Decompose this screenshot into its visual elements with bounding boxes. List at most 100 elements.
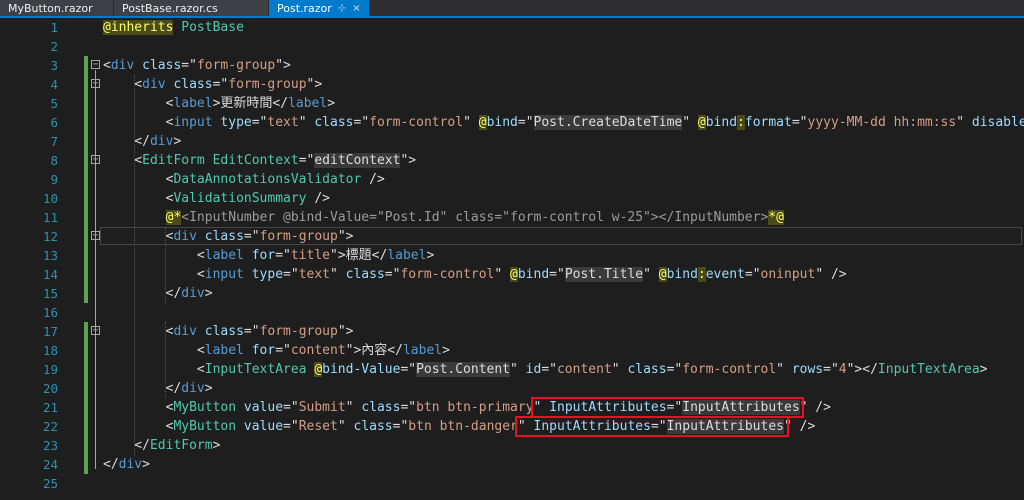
change-marker [84,398,88,417]
code-token: =" [275,343,291,358]
line-code: <input type="text" class="form-control" … [103,113,1024,132]
code-line[interactable]: 10 <ValidationSummary /> [0,189,1024,208]
code-token: ">內容</ [345,343,403,358]
code-token: label [204,343,244,358]
code-token: "> [337,229,354,244]
code-line[interactable]: 16 [0,303,1024,322]
code-line[interactable]: 19 <InputTextArea @bind-Value="Post.Cont… [0,360,1024,379]
code-line[interactable]: 13 <label for="title">標題</label> [0,246,1024,265]
tab-postbase-razor-cs[interactable]: PostBase.razor.cs [114,0,268,16]
code-line[interactable]: 7 </div> [0,132,1024,151]
code-token: label [402,343,443,358]
code-token: " [611,362,628,377]
code-line[interactable]: 6 <input type="text" class="form-control… [0,113,1024,132]
code-line[interactable]: 5 <label>更新時間</label> [0,94,1024,113]
code-token: Submit [298,400,346,415]
code-token: text [267,115,299,130]
code-token: form-control [682,362,777,377]
code-token: > [204,286,213,301]
code-token: " [956,115,972,130]
code-line[interactable]: 17− <div class="form-group"> [0,322,1024,341]
line-code: <div class="form-group"> [103,56,291,75]
line-number: 12 [42,229,58,244]
code-token: =" [791,115,808,130]
code-token: label [288,96,328,111]
code-line[interactable]: 22 <MyButton value="Reset" class="btn bt… [0,417,1024,436]
code-token: " [345,400,362,415]
code-line[interactable]: 14 <input type="text" class="form-contro… [0,265,1024,284]
code-line[interactable]: 15 </div> [0,284,1024,303]
code-token: @ [510,267,518,282]
line-code: @inherits PostBase [103,18,244,37]
code-token: type [220,115,252,130]
code-line[interactable]: 9 <DataAnnotationsValidator /> [0,170,1024,189]
line-number: 8 [50,153,58,168]
code-line[interactable]: 24 </div> [0,455,1024,474]
code-token: =" [283,267,299,282]
code-token: </ [103,286,182,301]
tab-post-razor[interactable]: Post.razor ⊹ × [269,0,369,16]
code-editor[interactable]: 1 @inherits PostBase 2 3− <div class="form-g… [0,18,1024,500]
code-token: *@ [768,210,784,225]
code-token: rows [791,362,824,377]
code-line[interactable]: 11 @*<InputNumber @bind-Value="Post.Id" … [0,208,1024,227]
code-line[interactable]: 12− <div class="form-group"> [0,227,1024,246]
indent-guide [134,75,136,455]
code-line[interactable]: 4− <div class="form-group"> [0,75,1024,94]
pin-icon[interactable]: ⊹ [338,3,346,14]
code-line[interactable]: 25 [0,474,1024,493]
code-token: > [979,362,988,377]
code-token: =" [298,153,315,168]
code-token: @ [697,115,706,130]
line-code: <DataAnnotationsValidator /> [103,170,385,189]
code-token: form-group [259,229,338,244]
collapse-icon[interactable]: − [91,60,100,70]
line-code: <EditForm EditContext="editContext"> [103,151,416,170]
code-line[interactable]: 3 − <div class="form-group"> [0,56,1024,75]
code-token: > [426,248,435,263]
line-number: 16 [42,305,58,320]
code-token: editContext [314,153,401,168]
code-line[interactable]: 8− <EditForm EditContext="editContext"> [0,151,1024,170]
code-token: Reset [298,419,338,434]
code-token: value [243,400,284,415]
code-line[interactable]: 21 <MyButton value="Submit" class="btn b… [0,398,1024,417]
code-token: < [103,419,174,434]
change-marker [84,246,88,265]
change-marker [84,379,88,398]
code-token: " /> [815,267,847,282]
code-token: class [361,400,401,415]
code-line[interactable]: 20 </div> [0,379,1024,398]
code-token: =" [251,115,268,130]
tab-mybutton-razor[interactable]: MyButton.razor [0,0,113,16]
line-code: <div class="form-group"> [103,322,354,341]
code-line[interactable]: 1 @inherits PostBase [0,18,1024,37]
indent-guide [165,322,167,398]
code-line[interactable]: 2 [0,37,1024,56]
line-number: 13 [42,248,58,263]
code-token: ">標題</ [330,248,388,263]
line-code: <label for="content">內容</label> [103,341,450,360]
line-number: 9 [50,172,58,187]
code-line[interactable]: 18 <label for="content">內容</label> [0,341,1024,360]
code-token: </ [103,457,119,472]
code-token: div [149,134,174,149]
code-token: div [181,381,205,396]
close-icon[interactable]: × [352,3,360,14]
code-token: content [556,362,612,377]
code-token: "></ [846,362,878,377]
change-marker [84,417,88,436]
code-token: for [251,248,276,263]
code-token: bind-Value [322,362,401,377]
code-token: form-control [400,267,495,282]
line-code: </EditForm> [103,436,220,455]
code-token: div [142,77,166,92]
code-token: < [103,191,174,206]
change-marker [84,189,88,208]
line-number: 22 [42,419,58,434]
code-line[interactable]: 23 </EditForm> [0,436,1024,455]
code-token: : [737,115,745,130]
code-token: EditForm [149,438,213,453]
code-token: =" [283,419,299,434]
